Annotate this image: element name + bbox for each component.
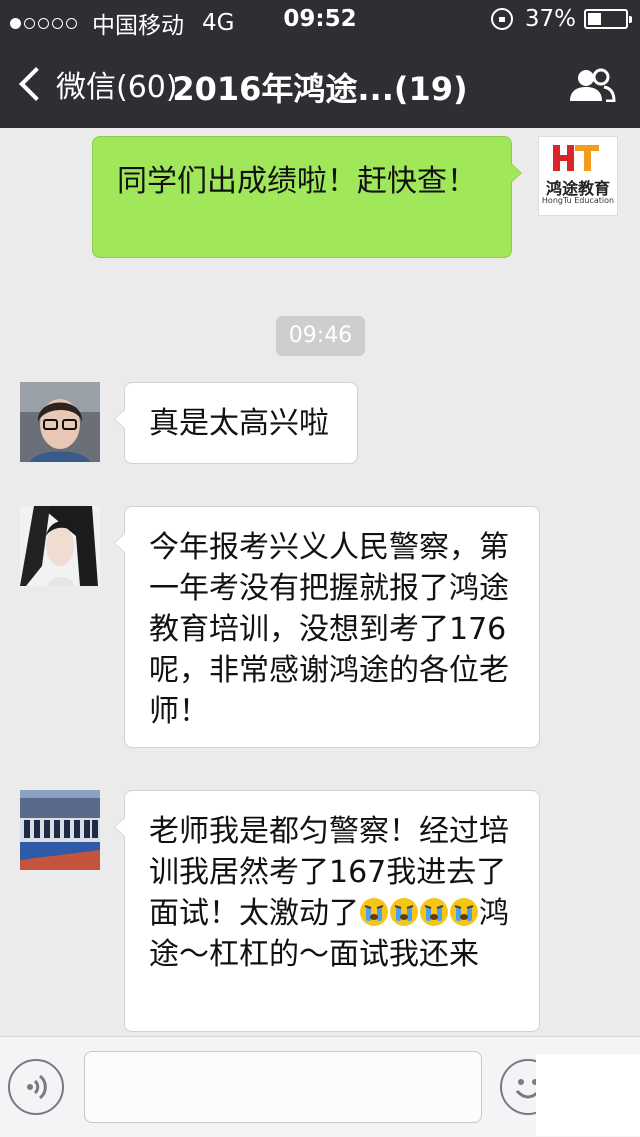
top-bar: 中国移动 4G 09:52 37% 微信(60) 2016年鸿途...(19)	[0, 0, 640, 128]
crying-face-emoji	[420, 898, 448, 926]
avatar-user-3[interactable]	[20, 790, 100, 870]
avatar-user-2[interactable]	[20, 506, 100, 586]
crying-face-emoji	[450, 898, 478, 926]
crying-face-emoji	[360, 898, 388, 926]
chat-title: 2016年鸿途...(19)	[172, 70, 468, 108]
group-icon[interactable]	[568, 68, 616, 102]
message-timestamp: 09:46	[276, 316, 365, 356]
message-text: 真是太高兴啦	[149, 406, 329, 441]
white-patch	[536, 1054, 640, 1136]
battery-percent: 37%	[524, 6, 576, 32]
avatar-user-1[interactable]	[20, 382, 100, 462]
message-bubble-received[interactable]: 今年报考兴义人民警察，第一年考没有把握就报了鸿途教育培训，没想到考了176呢，非…	[114, 506, 540, 748]
message-bubble-received[interactable]: 真是太高兴啦	[114, 382, 358, 464]
message-bubble-sent[interactable]: 同学们出成绩啦！赶快查！	[92, 136, 522, 258]
chat-area[interactable]: 同学们出成绩啦！赶快查！ 鸿途教育 HongTu Education 09:46…	[0, 128, 640, 1036]
message-bubble-received[interactable]: 老师我是都匀警察！经过培训我居然考了167我进去了面试！太激动了 鸿途～杠杠的～面…	[114, 790, 540, 1032]
logo-subtitle: HongTu Education	[541, 196, 615, 205]
message-text: 今年报考兴义人民警察，第一年考没有把握就报了鸿途教育培训，没想到考了176呢，非…	[149, 530, 509, 729]
avatar-hongtu-logo[interactable]: 鸿途教育 HongTu Education	[538, 136, 618, 216]
crying-face-emoji	[390, 898, 418, 926]
status-bar: 中国移动 4G 09:52 37%	[0, 0, 640, 40]
nav-bar: 微信(60) 2016年鸿途...(19)	[0, 40, 640, 128]
battery-icon	[584, 9, 632, 29]
message-text: 同学们出成绩啦！赶快查！	[117, 164, 477, 199]
voice-icon	[27, 1074, 47, 1100]
voice-button[interactable]	[8, 1059, 64, 1115]
status-right: 37%	[490, 6, 632, 32]
rotation-lock-icon	[490, 8, 513, 30]
message-input[interactable]	[84, 1051, 482, 1123]
